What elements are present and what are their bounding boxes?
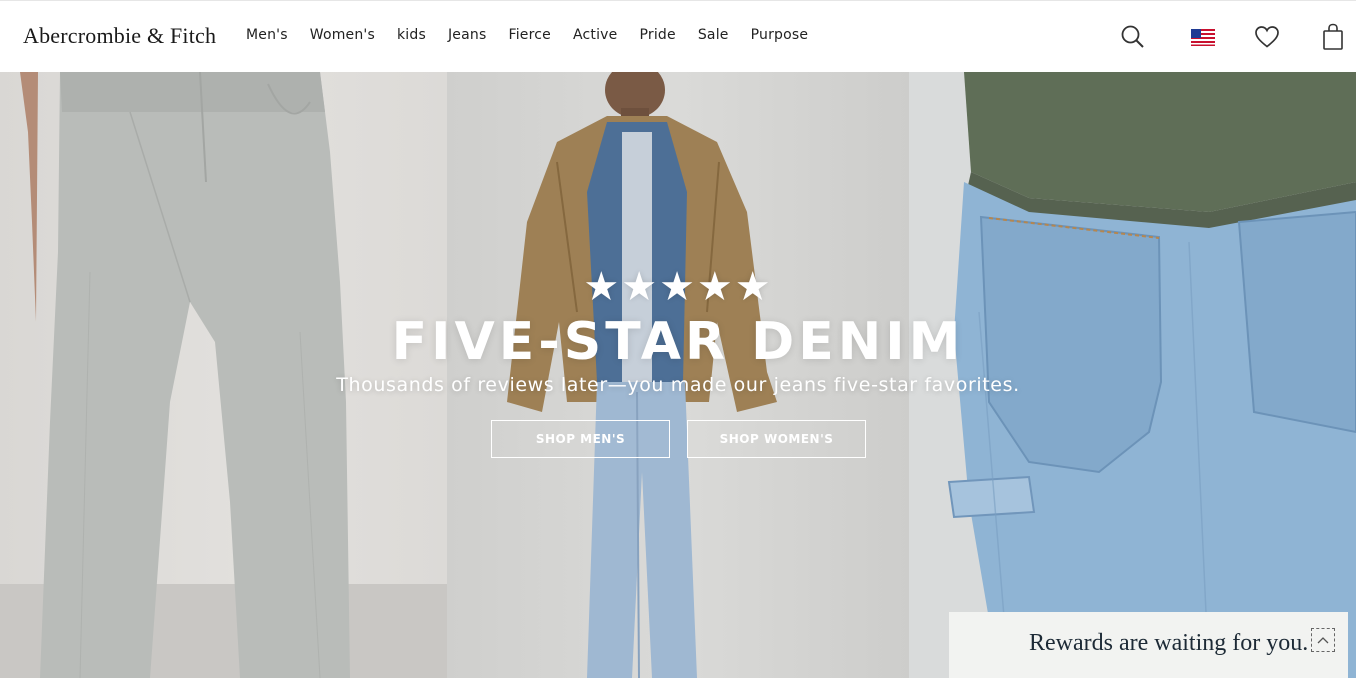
search-button[interactable] bbox=[1120, 1, 1146, 73]
shopping-bag-button[interactable] bbox=[1322, 1, 1344, 73]
rewards-expand-button[interactable] bbox=[1311, 628, 1335, 652]
hero-content: ★★★★★ FIVE-STAR DENIM Thousands of revie… bbox=[0, 72, 1356, 678]
nav-item-active[interactable]: Active bbox=[573, 27, 618, 43]
hero-headline: FIVE-STAR DENIM bbox=[391, 312, 965, 372]
hero-subtext: Thousands of reviews later—you made our … bbox=[336, 374, 1020, 396]
nav-item-fierce[interactable]: Fierce bbox=[508, 27, 551, 43]
site-header: Abercrombie & Fitch Men's Women's kids J… bbox=[0, 0, 1356, 72]
favorites-button[interactable] bbox=[1254, 1, 1280, 73]
rewards-banner[interactable]: Rewards are waiting for you. bbox=[949, 612, 1348, 678]
us-flag-icon bbox=[1191, 28, 1215, 46]
nav-item-sale[interactable]: Sale bbox=[698, 27, 729, 43]
heart-icon bbox=[1255, 26, 1279, 48]
country-selector[interactable] bbox=[1191, 1, 1215, 73]
five-star-rating: ★★★★★ bbox=[583, 265, 773, 309]
nav-item-jeans[interactable]: Jeans bbox=[448, 27, 487, 43]
shopping-bag-icon bbox=[1323, 23, 1343, 50]
nav-item-womens[interactable]: Women's bbox=[310, 27, 375, 43]
nav-item-pride[interactable]: Pride bbox=[639, 27, 675, 43]
brand-logo[interactable]: Abercrombie & Fitch bbox=[23, 23, 216, 49]
shop-mens-button[interactable]: SHOP MEN'S bbox=[491, 420, 670, 458]
nav-item-mens[interactable]: Men's bbox=[246, 27, 288, 43]
chevron-up-icon bbox=[1317, 637, 1329, 644]
nav-item-purpose[interactable]: Purpose bbox=[751, 27, 809, 43]
main-nav: Men's Women's kids Jeans Fierce Active P… bbox=[246, 27, 830, 43]
rewards-text: Rewards are waiting for you. bbox=[1029, 630, 1309, 656]
search-icon bbox=[1121, 25, 1144, 48]
nav-item-kids[interactable]: kids bbox=[397, 27, 426, 43]
shop-womens-button[interactable]: SHOP WOMEN'S bbox=[687, 420, 866, 458]
hero-banner: ★★★★★ FIVE-STAR DENIM Thousands of revie… bbox=[0, 72, 1356, 678]
